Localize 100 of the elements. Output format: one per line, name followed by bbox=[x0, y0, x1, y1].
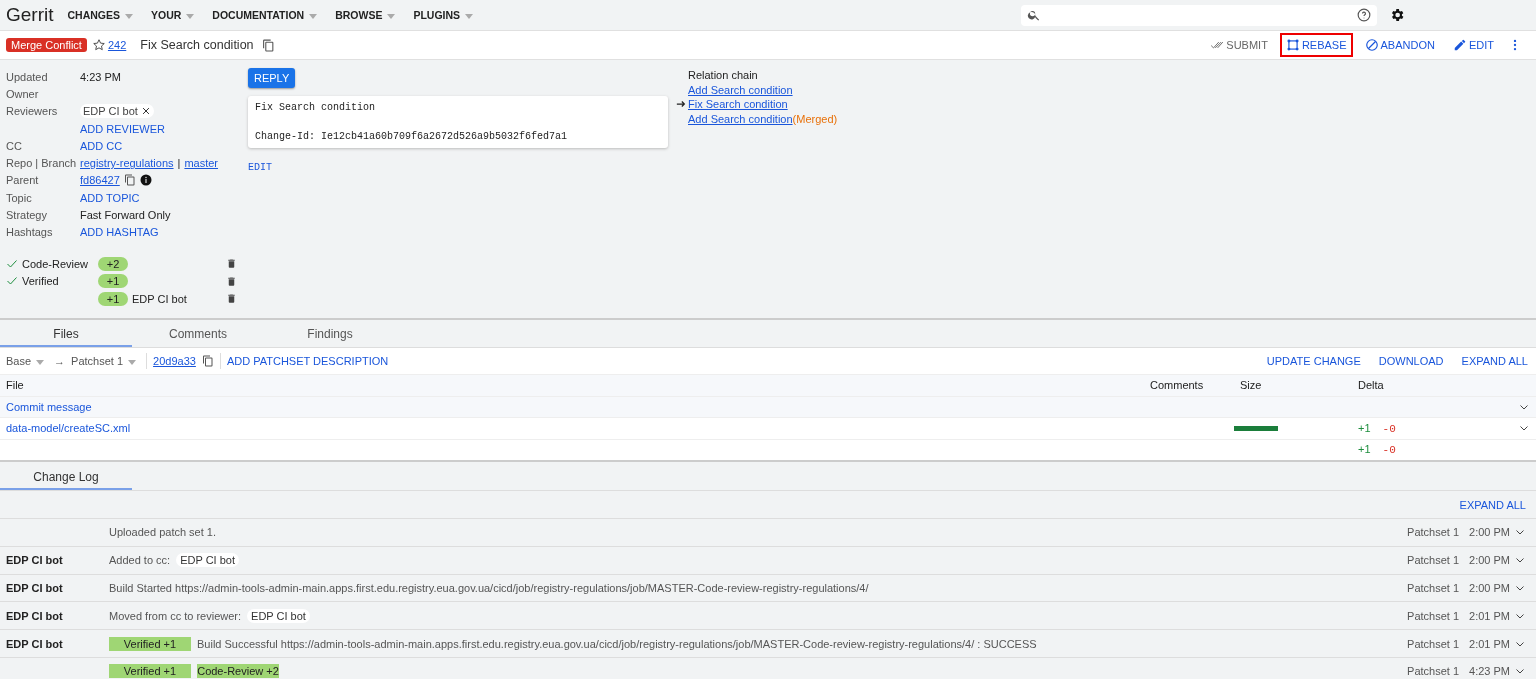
field-label: Parent bbox=[6, 174, 39, 187]
vote-chip: Code-Review +2 bbox=[197, 664, 279, 679]
tab[interactable]: Change Log bbox=[0, 466, 132, 490]
info-icon[interactable] bbox=[139, 174, 152, 187]
field-value: Fast Forward Only bbox=[80, 209, 171, 221]
add-button[interactable]: ADD HASHTAG bbox=[80, 226, 159, 239]
add-description-button[interactable]: ADD PATCHSET DESCRIPTION bbox=[226, 355, 389, 367]
author-name: EDP CI bot bbox=[6, 554, 63, 567]
action-button[interactable]: ABANDON bbox=[1358, 33, 1441, 57]
nav-menu[interactable]: BROWSE bbox=[335, 9, 396, 21]
field-value: | bbox=[177, 157, 181, 170]
field-link[interactable]: master bbox=[184, 157, 219, 170]
patchset-label: Patchset 1 bbox=[1407, 554, 1460, 567]
file-link[interactable]: Commit message bbox=[6, 400, 92, 413]
file-link[interactable]: data-model/createSC.xml bbox=[6, 422, 131, 435]
nav-menu[interactable]: YOUR bbox=[151, 9, 195, 21]
field-label: Reviewers bbox=[6, 105, 58, 118]
patchset-dropdown[interactable]: Patchset 1 bbox=[71, 355, 137, 367]
rebase-icon bbox=[1285, 38, 1300, 52]
caret-down-icon bbox=[36, 359, 45, 365]
star-icon[interactable] bbox=[91, 38, 106, 52]
copy-icon[interactable] bbox=[261, 38, 275, 52]
nav-menu[interactable]: PLUGINS bbox=[413, 9, 474, 21]
field-label: Hashtags bbox=[6, 226, 53, 239]
field-value: 4:23 PM bbox=[80, 70, 121, 83]
copy-icon[interactable] bbox=[201, 355, 214, 367]
timestamp: 2:00 PM bbox=[1469, 526, 1510, 539]
author-name: EDP CI bot bbox=[6, 637, 63, 650]
field-label: Repo | Branch bbox=[6, 157, 77, 170]
commit-link[interactable]: 20d9a33 bbox=[153, 355, 196, 367]
reply-button[interactable]: REPLY bbox=[248, 68, 296, 88]
expand-all-button[interactable]: EXPAND ALL bbox=[1459, 498, 1526, 511]
field-link[interactable]: fd86427 bbox=[80, 174, 120, 187]
arrow-text: → bbox=[54, 355, 66, 367]
add-button[interactable]: ADD TOPIC bbox=[80, 191, 140, 204]
status-badge: Merge Conflict bbox=[6, 38, 87, 52]
timestamp: 4:23 PM bbox=[1469, 665, 1510, 678]
size-bar bbox=[1234, 425, 1278, 431]
add-button[interactable]: ADD CC bbox=[80, 139, 123, 152]
action-button[interactable]: EDIT bbox=[1446, 33, 1500, 57]
timestamp: 2:00 PM bbox=[1469, 554, 1510, 567]
lines-removed: -0 bbox=[1382, 422, 1396, 435]
delete-icon[interactable] bbox=[226, 258, 237, 270]
lines-removed: -0 bbox=[1382, 444, 1396, 457]
field-link[interactable]: registry-regulations bbox=[80, 157, 174, 170]
tab[interactable]: Comments bbox=[132, 323, 264, 347]
label-name: Verified bbox=[22, 275, 59, 288]
nav-menu[interactable]: CHANGES bbox=[67, 9, 133, 21]
close-icon[interactable] bbox=[140, 106, 151, 117]
settings-icon[interactable] bbox=[1389, 7, 1405, 23]
copy-icon[interactable] bbox=[123, 174, 136, 187]
patchset-label: Patchset 1 bbox=[1407, 526, 1460, 539]
patchset-action-button[interactable]: EXPAND ALL bbox=[1461, 355, 1528, 367]
delete-icon[interactable] bbox=[226, 275, 237, 287]
label-name: Code-Review bbox=[22, 257, 89, 270]
patchset-action-button[interactable]: DOWNLOAD bbox=[1378, 355, 1444, 367]
nav-menu[interactable]: DOCUMENTATION bbox=[212, 9, 318, 21]
field-label: Owner bbox=[6, 87, 39, 100]
patchset-label: Patchset 1 bbox=[1407, 665, 1460, 678]
message-text: Build Successful https://admin-tools-admin-main.apps.first.edu.registry.eua.gov.ua/cicd/job/registry-regulations/job/MASTER-Code-review-registry-regulations/4/ : SUCCESS bbox=[197, 637, 1037, 650]
caret-down-icon bbox=[465, 13, 474, 19]
patchset-label: Patchset 1 bbox=[1407, 582, 1460, 594]
reviewer-chip[interactable]: EDP CI bot bbox=[80, 104, 154, 119]
author-name: EDP CI bot bbox=[6, 609, 63, 622]
search-field[interactable] bbox=[1021, 4, 1377, 26]
related-change-link[interactable]: Fix Search condition bbox=[688, 97, 788, 112]
account-chip: EDP CI bot bbox=[176, 553, 239, 568]
timestamp: 2:01 PM bbox=[1469, 637, 1510, 650]
caret-down-icon bbox=[387, 13, 396, 19]
patchset-action-button[interactable]: UPDATE CHANGE bbox=[1266, 355, 1361, 367]
caret-down-icon bbox=[128, 359, 137, 365]
pencil-icon bbox=[1452, 38, 1467, 52]
account-chip: EDP CI bot bbox=[247, 608, 310, 623]
change-subject: Fix Search condition bbox=[140, 38, 254, 52]
column-header: Delta bbox=[1357, 379, 1385, 392]
related-change-link[interactable]: Add Search condition bbox=[688, 82, 793, 97]
prohibited-icon bbox=[1364, 38, 1379, 52]
delete-icon[interactable] bbox=[226, 293, 237, 305]
base-dropdown[interactable]: Base bbox=[6, 355, 45, 367]
field-label: Updated bbox=[6, 70, 48, 83]
lines-added: +1 bbox=[1358, 421, 1371, 434]
edit-button[interactable]: EDIT bbox=[248, 162, 272, 173]
help-icon[interactable] bbox=[1357, 8, 1371, 22]
message-text: Uploaded patch set 1. bbox=[109, 526, 217, 539]
message-text: Moved from cc to reviewer: bbox=[109, 609, 242, 622]
author-name: EDP CI bot bbox=[6, 582, 63, 594]
column-header: Comments bbox=[1150, 379, 1205, 392]
tab[interactable]: Findings bbox=[264, 323, 396, 347]
column-header: File bbox=[6, 379, 25, 392]
related-change-link[interactable]: Add Search condition bbox=[688, 111, 793, 126]
caret-down-icon bbox=[125, 13, 133, 19]
gerrit-logo[interactable]: Gerrit bbox=[6, 4, 54, 26]
caret-down-icon bbox=[186, 13, 195, 19]
search-icon bbox=[1027, 8, 1041, 22]
message-text: Added to cc: bbox=[109, 554, 171, 567]
check-icon bbox=[6, 257, 18, 270]
change-number-link[interactable]: 242 bbox=[107, 39, 127, 51]
action-button[interactable]: REBASE bbox=[1279, 33, 1353, 57]
column-header: Size bbox=[1240, 379, 1263, 392]
add-button[interactable]: ADD REVIEWER bbox=[80, 122, 165, 135]
